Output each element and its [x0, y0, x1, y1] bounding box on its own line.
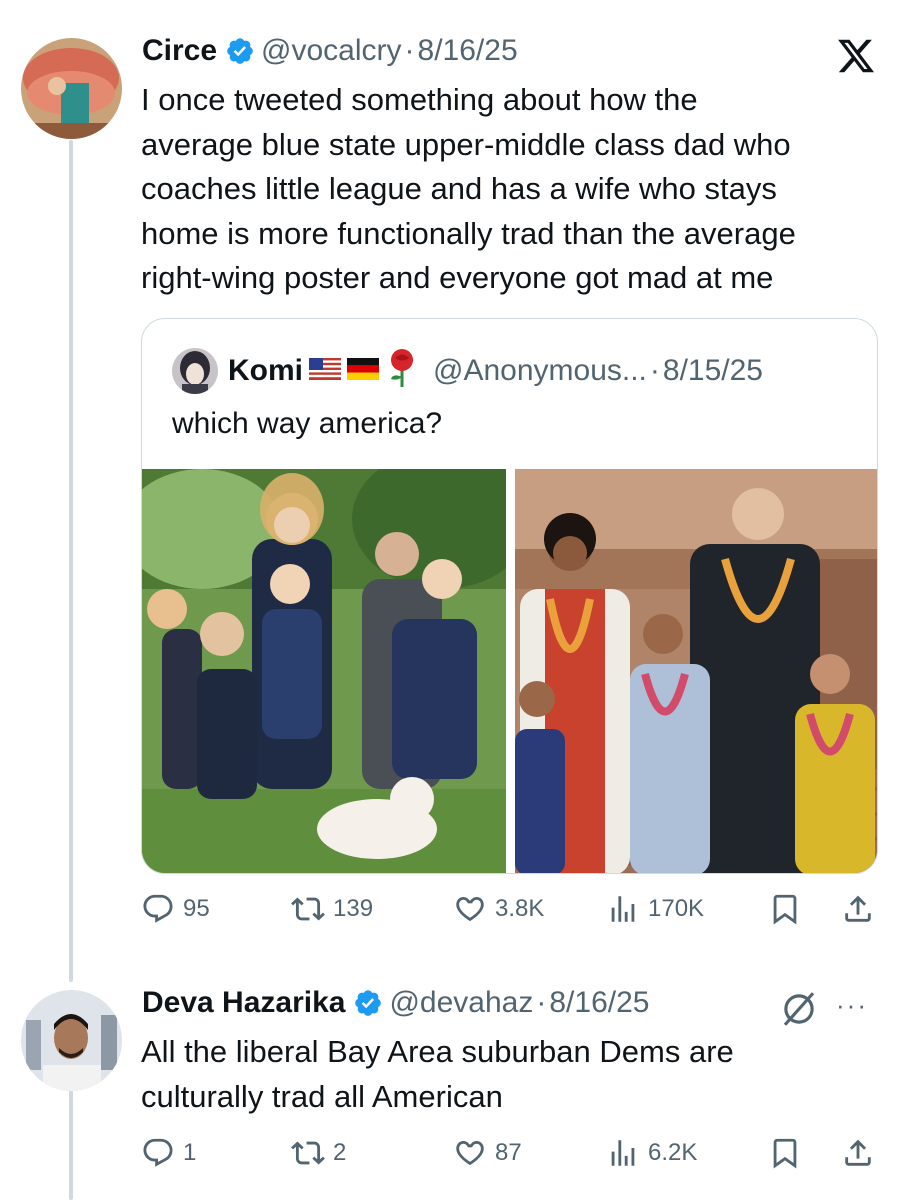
handle[interactable]: @devahaz — [389, 986, 533, 1020]
display-name[interactable]: Circe — [142, 34, 217, 68]
germany-flag-icon — [347, 354, 379, 388]
tweet-header: Circe @vocalcry · 8/16/25 — [142, 34, 518, 68]
reply-count: 95 — [183, 895, 210, 922]
tweet-text: All the liberal Bay Area suburban Dems a… — [141, 1034, 734, 1114]
avatar[interactable] — [21, 38, 122, 139]
repost-icon — [291, 1141, 325, 1165]
like-count: 87 — [495, 1139, 522, 1166]
repost-button[interactable]: 2 — [291, 1136, 346, 1170]
reply-icon — [143, 1138, 173, 1167]
separator: · — [536, 986, 547, 1019]
separator: · — [649, 354, 660, 387]
more-icon[interactable]: ··· — [836, 990, 868, 1021]
share-button[interactable] — [841, 892, 875, 926]
repost-count: 139 — [333, 895, 374, 922]
like-count: 3.8K — [495, 895, 545, 922]
x-logo-icon — [838, 39, 875, 73]
reply-button[interactable]: 95 — [141, 892, 210, 926]
tweet-actions: 1 2 87 6.2K — [141, 1136, 881, 1176]
tweet-text: I once tweeted something about how the a… — [141, 82, 796, 295]
views-count: 6.2K — [648, 1139, 698, 1166]
reply-button[interactable]: 1 — [141, 1136, 196, 1170]
views-icon — [611, 896, 635, 922]
views-button[interactable]: 170K — [606, 892, 704, 926]
verified-badge-icon — [227, 38, 253, 64]
family-photo-temple[interactable] — [515, 469, 878, 874]
avatar[interactable] — [172, 348, 218, 394]
thread-line — [69, 140, 73, 982]
bookmark-icon — [773, 1138, 797, 1169]
like-button[interactable]: 87 — [453, 1136, 522, 1170]
timestamp[interactable]: 8/15/25 — [663, 354, 763, 388]
display-name[interactable]: Deva Hazarika — [142, 986, 345, 1020]
like-icon — [456, 896, 484, 922]
repost-icon — [291, 897, 325, 921]
handle[interactable]: @Anonymous... — [433, 354, 647, 388]
family-photo-garden[interactable] — [142, 469, 506, 874]
tweet-actions: 95 139 3.8K 170K — [141, 892, 881, 932]
grok-icon[interactable] — [778, 988, 820, 1030]
share-icon — [845, 895, 871, 922]
views-icon — [611, 1140, 635, 1166]
reply-count: 1 — [183, 1139, 197, 1166]
timestamp[interactable]: 8/16/25 — [418, 34, 518, 68]
repost-button[interactable]: 139 — [291, 892, 373, 926]
timestamp[interactable]: 8/16/25 — [549, 986, 649, 1020]
like-icon — [456, 1140, 484, 1166]
views-button[interactable]: 6.2K — [606, 1136, 697, 1170]
verified-badge-icon — [355, 990, 382, 1016]
thread-line — [69, 1090, 73, 1200]
views-count: 170K — [648, 895, 705, 922]
quote-text: which way america? — [172, 407, 443, 440]
bookmark-button[interactable] — [768, 1136, 802, 1170]
quoted-tweet[interactable]: Komi @Anonymous... · 8/15/25 which way a… — [141, 318, 878, 874]
separator: · — [404, 34, 415, 67]
tweet-header: Deva Hazarika @devahaz · 8/16/25 — [142, 986, 649, 1020]
display-name[interactable]: Komi — [228, 354, 303, 388]
quote-header: Komi @Anonymous... · 8/15/25 — [172, 347, 763, 395]
repost-count: 2 — [333, 1139, 347, 1166]
share-icon — [845, 1139, 871, 1166]
handle[interactable]: @vocalcry — [261, 34, 401, 68]
us-flag-icon — [309, 354, 341, 388]
avatar[interactable] — [21, 990, 122, 1091]
reply-icon — [143, 894, 173, 923]
share-button[interactable] — [841, 1136, 875, 1170]
like-button[interactable]: 3.8K — [453, 892, 544, 926]
bookmark-button[interactable] — [768, 892, 802, 926]
bookmark-icon — [773, 894, 797, 925]
rose-icon — [385, 347, 419, 395]
